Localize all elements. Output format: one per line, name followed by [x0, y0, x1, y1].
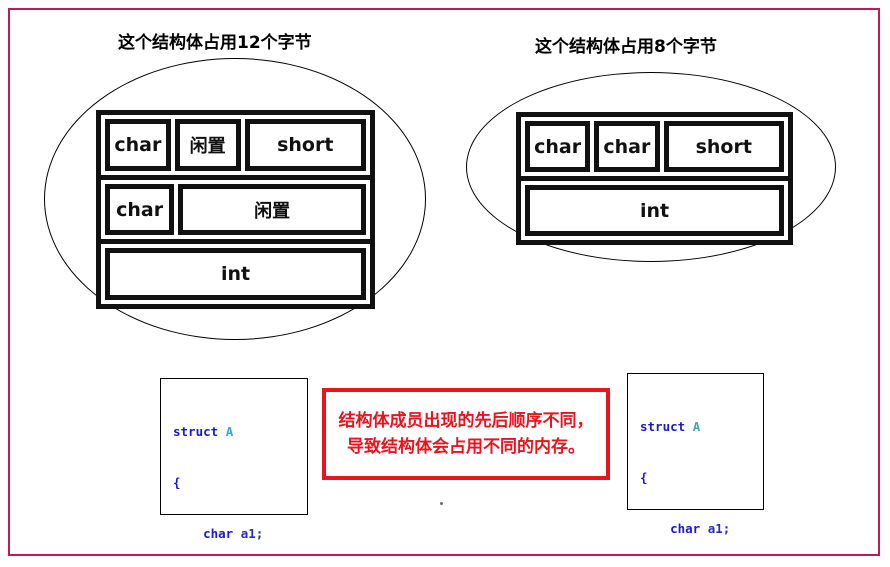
diagram-canvas: 这个结构体占用12个字节 这个结构体占用8个字节 char 闲置 short c… [0, 0, 890, 567]
code-struct-name: A [692, 419, 701, 434]
code-keyword-struct: struct [640, 419, 686, 434]
memory-cell: int [525, 185, 784, 236]
memory-cell: int [105, 248, 366, 301]
code-open-brace: { [640, 470, 648, 485]
right-memory-layout-diagram: char char short int [516, 112, 793, 245]
code-keyword-struct: struct [173, 424, 219, 439]
memory-cell: char [525, 121, 591, 172]
memory-cell-padding: 闲置 [178, 183, 366, 236]
stray-dot-artifact [440, 502, 443, 505]
memory-row: int [521, 176, 788, 240]
code-line-open-brace: { [173, 474, 307, 491]
code-member-type: char [203, 526, 234, 541]
code-struct-name: A [225, 424, 234, 439]
callout-line-1: 结构体成员出现的先后顺序不同， [338, 411, 594, 431]
code-line-member: char a1; [640, 520, 763, 537]
code-line-struct-decl: struct A [640, 418, 763, 435]
right-panel-title: 这个结构体占用8个字节 [535, 37, 717, 57]
code-line-open-brace: { [640, 469, 763, 486]
memory-row: char 闲置 short [101, 115, 370, 175]
code-member-type: char [670, 521, 701, 536]
left-code-snippet: struct A { char a1; short a3; char a4; i… [160, 378, 308, 541]
memory-cell: char [105, 183, 175, 236]
callout-line-2: 导致结构体会占用不同的内存。 [347, 437, 585, 457]
memory-cell: short [244, 119, 366, 171]
code-member-name: a1; [707, 521, 731, 536]
red-callout-box: 结构体成员出现的先后顺序不同， 导致结构体会占用不同的内存。 [322, 388, 610, 480]
memory-row: char 闲置 [101, 174, 370, 240]
right-code-snippet: struct A { char a1; char a4; short a3; i… [627, 373, 764, 536]
code-line-member: char a1; [173, 525, 307, 542]
memory-cell-padding: 闲置 [174, 119, 241, 171]
code-line-struct-decl: struct A [173, 423, 307, 440]
code-open-brace: { [173, 475, 181, 490]
code-member-name: a1; [240, 526, 264, 541]
memory-row: char char short [521, 117, 788, 176]
memory-cell: char [105, 119, 171, 171]
memory-cell: short [663, 121, 784, 172]
left-memory-layout-diagram: char 闲置 short char 闲置 int [96, 110, 375, 309]
memory-cell: char [594, 121, 660, 172]
left-panel-title: 这个结构体占用12个字节 [118, 33, 312, 53]
memory-row: int [101, 239, 370, 304]
